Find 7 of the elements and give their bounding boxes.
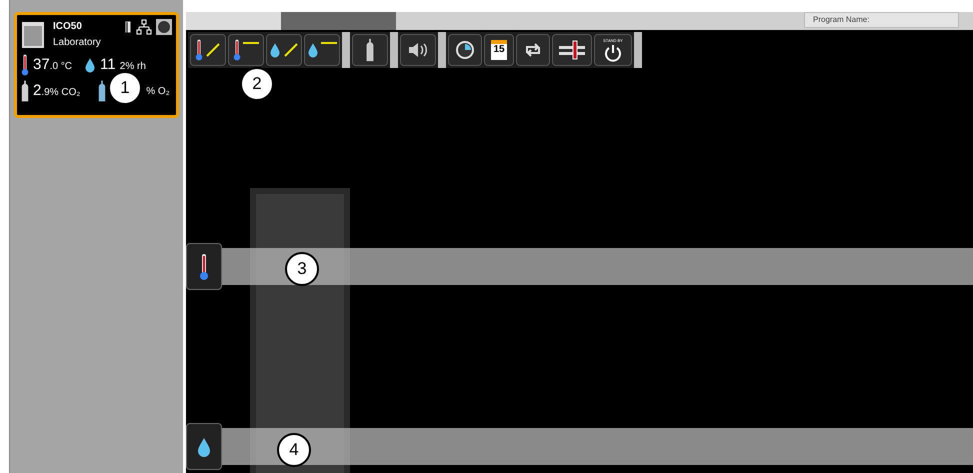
temperature-reading: 37.0 °C (33, 54, 72, 75)
device-location: Laboratory (53, 36, 101, 50)
calendar-button[interactable]: 15 (484, 34, 514, 66)
program-name-field[interactable]: Program Name: (804, 12, 959, 28)
co2-reading: 2.9% CO₂ (33, 80, 80, 101)
o2-reading: % O₂ (146, 84, 170, 98)
device-name: ICO50 (53, 20, 83, 34)
